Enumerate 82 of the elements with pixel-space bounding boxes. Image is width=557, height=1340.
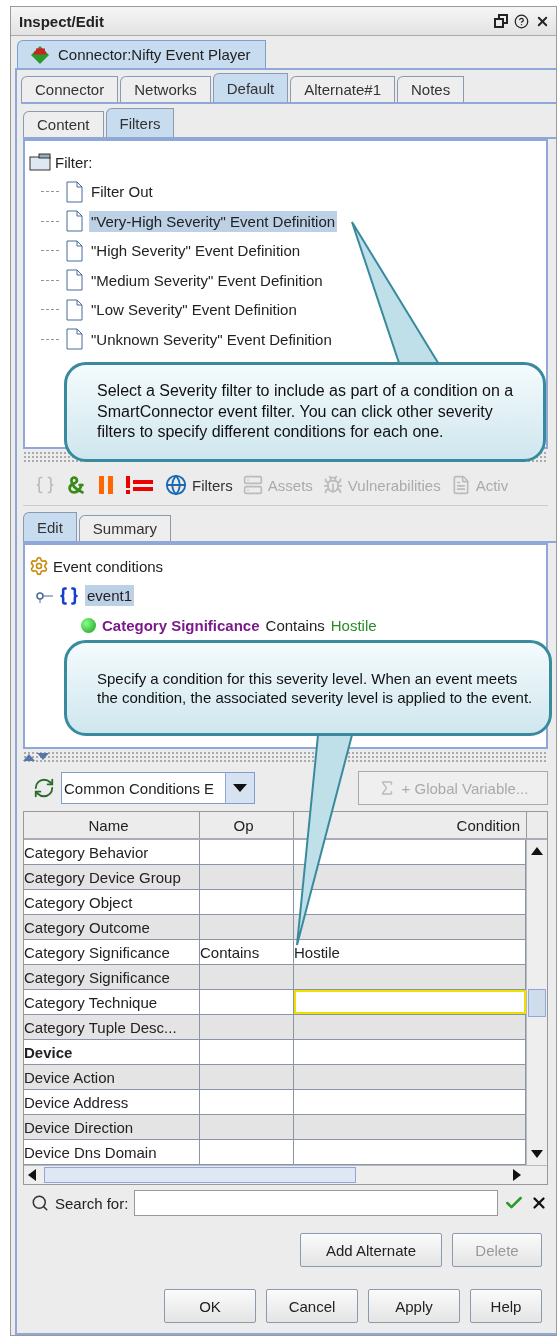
tree-node[interactable]: Filter: [55, 153, 93, 171]
search-field[interactable] [134, 1190, 498, 1216]
condition-operator: Contains [265, 616, 325, 634]
dialog-button[interactable]: Apply [368, 1289, 460, 1323]
help-icon[interactable] [514, 13, 529, 29]
close-icon[interactable] [530, 1194, 548, 1212]
collapse-icon[interactable] [23, 753, 35, 761]
tree-item[interactable]: "Very-High Severity" Event Definition [89, 210, 338, 232]
ampersand-icon[interactable] [65, 474, 87, 496]
caret-icon [233, 784, 247, 792]
double-bar-icon[interactable] [97, 475, 115, 495]
table-cell: Device Direction [24, 1115, 200, 1139]
refresh-icon[interactable] [33, 777, 55, 799]
tree-item[interactable]: Filter Out [89, 181, 155, 203]
condition-value: Hostile [330, 616, 377, 634]
braces-icon [59, 585, 79, 606]
resource-tab[interactable]: Connector:Nifty Event Player [17, 40, 266, 68]
right-arrow-icon[interactable] [513, 1169, 521, 1181]
column-header[interactable]: Op [200, 812, 294, 838]
globe-icon[interactable] [165, 474, 187, 496]
status-dot [81, 617, 96, 633]
tab[interactable]: Summary [78, 515, 172, 541]
tab[interactable]: Connector [21, 76, 119, 102]
table-cell[interactable] [294, 990, 526, 1014]
search-label: Search for: [55, 1194, 129, 1212]
vertical-scrollbar[interactable] [526, 840, 547, 1165]
window-title: Inspect/Edit [19, 12, 104, 30]
table-cell: Device Action [24, 1065, 200, 1089]
table-cell: Device Address [24, 1090, 200, 1114]
table-cell: Category Outcome [24, 915, 200, 939]
action-button[interactable]: Add Alternate [300, 1233, 442, 1267]
table-cell: Device [24, 1040, 200, 1064]
table-cell: Device Dns Domain [24, 1140, 200, 1164]
table-cell: Contains [200, 940, 294, 964]
tree-item[interactable]: "Unknown Severity" Event Definition [89, 328, 334, 350]
scroll-thumb[interactable] [528, 988, 546, 1017]
table-cell: Category Device Group [24, 865, 200, 889]
document-icon [65, 239, 83, 262]
dialog-button[interactable]: Cancel [266, 1289, 358, 1323]
expand-icon[interactable] [37, 753, 49, 761]
horizontal-scrollbar[interactable] [24, 1165, 547, 1184]
folder-icon [29, 153, 51, 171]
table-cell: Category Object [24, 890, 200, 914]
toolbar-label[interactable]: Filters [192, 476, 233, 494]
tree-item[interactable]: event1 [85, 585, 135, 607]
tab[interactable]: Content [23, 111, 104, 137]
search-icon [31, 1194, 49, 1212]
dialog-button[interactable]: Help [470, 1289, 542, 1323]
table-cell: Category Technique [24, 990, 200, 1014]
connector-icon [30, 44, 50, 65]
document-icon [65, 298, 83, 321]
callout-text: Specify a condition for this severity level. When an event meets the condition, the associated severity level is applied to the event. [97, 668, 533, 708]
gear-icon [29, 556, 49, 576]
document-icon [65, 210, 83, 233]
tree-item[interactable]: "High Severity" Event Definition [89, 240, 303, 262]
column-header[interactable]: Name [24, 812, 200, 838]
left-arrow-icon[interactable] [28, 1169, 36, 1181]
tab[interactable]: Edit [23, 512, 77, 541]
tab[interactable]: Filters [105, 108, 175, 137]
callout-text: Select a Severity filter to include as part of a condition on a SmartConnector event filter. You can click other severity filters to specify different conditions for each one. [97, 380, 515, 443]
tab[interactable]: Default [212, 73, 289, 102]
document-icon [65, 269, 83, 292]
down-arrow-icon[interactable] [531, 1149, 543, 1159]
dialog-button[interactable]: OK [164, 1289, 256, 1323]
tree-node[interactable]: Event conditions [53, 557, 164, 575]
tab[interactable]: Alternate#1 [290, 76, 395, 102]
table-cell: Category Tuple Desc... [24, 1015, 200, 1039]
table-cell: Category Significance [24, 940, 200, 964]
splitter-bar[interactable] [23, 751, 548, 763]
conditions-dropdown[interactable]: Common Conditions E [61, 772, 255, 804]
restore-icon[interactable] [494, 14, 508, 28]
table-cell: Category Significance [24, 965, 200, 989]
tab[interactable]: Notes [397, 76, 465, 102]
not-equal-icon[interactable] [125, 475, 155, 495]
condition-field: Category Significance [102, 616, 260, 634]
table-cell: Category Behavior [24, 840, 200, 864]
tab[interactable]: Networks [120, 76, 211, 102]
tree-item[interactable]: "Medium Severity" Event Definition [89, 269, 325, 291]
tree-item[interactable]: "Low Severity" Event Definition [89, 299, 299, 321]
up-arrow-icon[interactable] [531, 846, 543, 856]
document-icon [65, 180, 83, 203]
document-icon [65, 328, 83, 351]
